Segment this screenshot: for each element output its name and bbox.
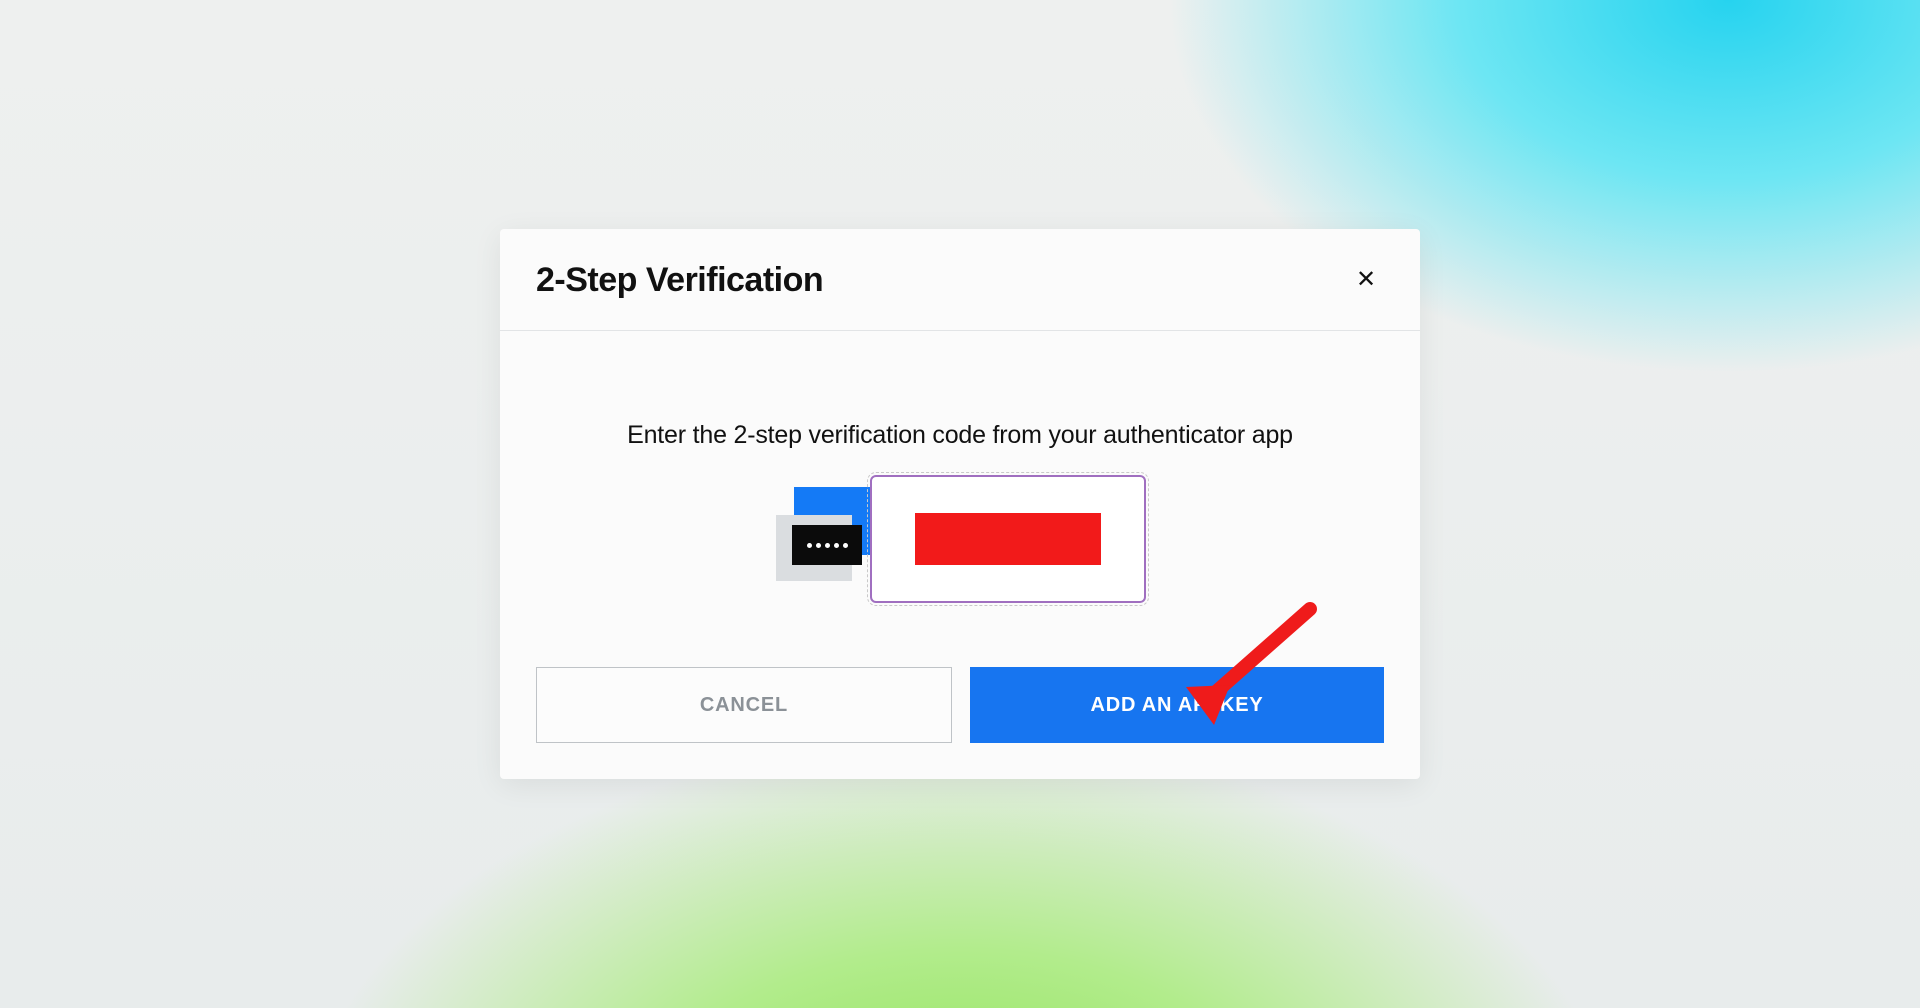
close-button[interactable]: ✕	[1348, 262, 1384, 298]
password-dots-icon	[792, 525, 862, 565]
dialog-body: Enter the 2-step verification code from …	[500, 331, 1420, 631]
two-step-verification-dialog: 2-Step Verification ✕ Enter the 2-step v…	[500, 229, 1420, 779]
stage-background: 2-Step Verification ✕ Enter the 2-step v…	[0, 0, 1920, 1008]
redacted-code-value	[915, 513, 1101, 565]
dialog-title: 2-Step Verification	[536, 261, 823, 300]
dialog-header: 2-Step Verification ✕	[500, 229, 1420, 331]
cancel-button[interactable]: CANCEL	[536, 667, 952, 743]
close-icon: ✕	[1356, 268, 1376, 292]
code-input-row	[770, 475, 1150, 603]
add-api-key-button[interactable]: ADD AN API KEY	[970, 667, 1384, 743]
instruction-text: Enter the 2-step verification code from …	[580, 417, 1340, 453]
dialog-footer: CANCEL ADD AN API KEY	[500, 631, 1420, 779]
verification-code-input[interactable]	[870, 475, 1146, 603]
